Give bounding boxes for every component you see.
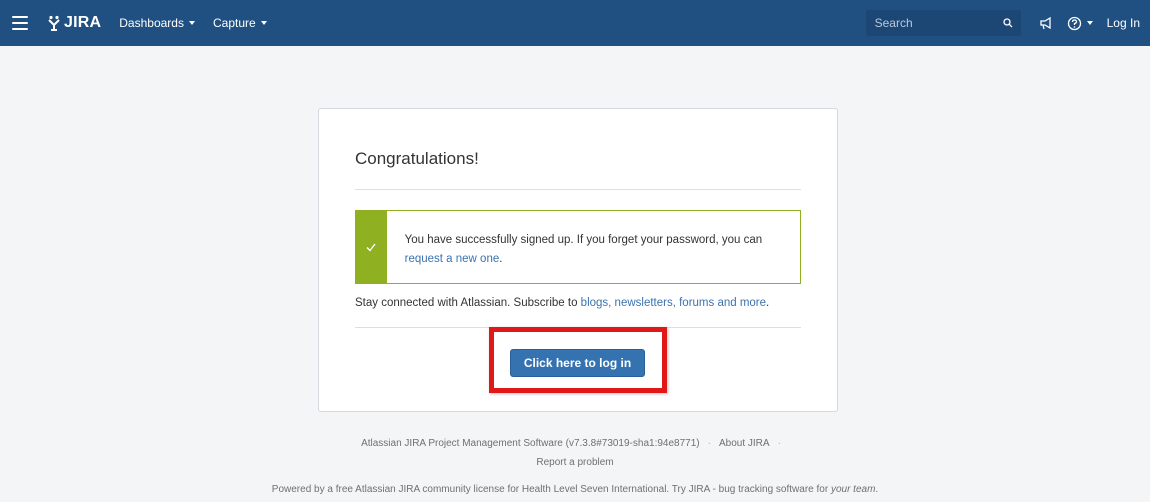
about-jira-link[interactable]: About JIRA — [719, 438, 770, 449]
search-input[interactable] — [874, 16, 995, 30]
menu-icon[interactable] — [12, 16, 28, 30]
your-team-link[interactable]: your team — [831, 484, 875, 495]
success-message: You have successfully signed up. If you … — [404, 234, 763, 246]
checkmark-icon — [366, 243, 376, 252]
footer-product: Atlassian JIRA Project Management Softwa… — [361, 438, 700, 449]
top-navigation-bar: JIRA Dashboards Capture Log In — [0, 0, 1150, 46]
stay-connected-text: Stay connected with Atlassian. Subscribe… — [355, 294, 805, 312]
subscribe-link[interactable]: blogs, newsletters, forums and more — [581, 297, 766, 309]
chevron-down-icon — [188, 21, 195, 25]
footer-product-line: Atlassian JIRA Project Management Softwa… — [361, 438, 781, 449]
stay-text: Stay connected with Atlassian. Subscribe… — [355, 297, 578, 309]
nav-dashboards[interactable]: Dashboards — [119, 16, 195, 30]
footer-report-line: Report a problem — [0, 457, 1150, 468]
jira-logo-icon — [48, 15, 60, 31]
search-box[interactable] — [865, 10, 1021, 36]
feedback-button[interactable] — [1039, 16, 1053, 30]
success-icon-bar — [356, 211, 387, 283]
signup-success-card: Congratulations! You have successfully s… — [318, 108, 838, 412]
report-problem-link[interactable]: Report a problem — [536, 457, 613, 468]
stay-suffix: . — [766, 297, 770, 309]
success-suffix: . — [499, 253, 503, 265]
chevron-down-icon — [1086, 21, 1093, 25]
success-message-box: You have successfully signed up. If you … — [355, 210, 801, 284]
logo-text: JIRA — [64, 14, 102, 31]
page-title: Congratulations! — [355, 149, 479, 168]
divider — [355, 189, 801, 190]
footer-powered-line: Powered by a free Atlassian JIRA communi… — [0, 484, 1150, 495]
success-text: You have successfully signed up. If you … — [387, 211, 800, 283]
help-button[interactable] — [1067, 16, 1093, 31]
nav-capture[interactable]: Capture — [213, 16, 267, 30]
login-button[interactable]: Click here to log in — [510, 349, 645, 377]
chevron-down-icon — [260, 21, 267, 25]
request-new-password-link[interactable]: request a new one — [405, 253, 500, 265]
footer-powered-suffix: . — [875, 484, 879, 495]
login-link[interactable]: Log In — [1107, 16, 1140, 30]
nav-capture-label: Capture — [212, 16, 256, 30]
feedback-megaphone-icon — [1039, 16, 1051, 30]
search-icon[interactable] — [1002, 18, 1013, 28]
footer-powered-text: Powered by a free Atlassian JIRA communi… — [271, 484, 829, 495]
jira-logo[interactable]: JIRA — [46, 14, 101, 32]
help-icon — [1067, 16, 1081, 30]
nav-dashboards-label: Dashboards — [119, 16, 184, 30]
